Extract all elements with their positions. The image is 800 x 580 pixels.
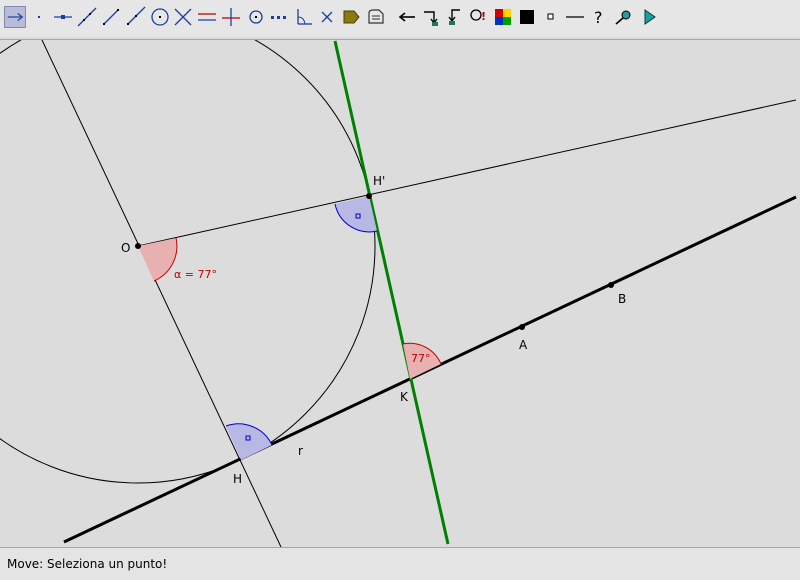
fill-tool-button[interactable] [516,6,538,28]
point-on-object-tool-button[interactable] [52,6,74,28]
dashed-line-icon [271,16,286,19]
status-text: Move: Seleziona un punto! [7,557,168,571]
point-icon [38,16,40,18]
zoom-tool-button[interactable] [612,6,634,28]
point-style-tool-button[interactable] [540,6,562,28]
status-bar: Move: Seleziona un punto! [0,548,800,580]
move-arrow-icon [7,12,24,22]
zoom-icon [615,10,631,25]
svg-text:!: ! [481,10,486,23]
toolbar: !? [0,0,800,37]
point-tool-button[interactable] [28,6,50,28]
label-r: r [298,444,303,458]
redo-all-tool-button[interactable] [444,6,466,28]
ray-o-h-prime[interactable] [137,99,797,247]
delete-x-icon [321,11,333,23]
point-a[interactable] [519,324,525,330]
svg-text:?: ? [594,8,603,27]
color-palette-icon [495,9,511,25]
help-icon: ? [594,8,603,27]
inspect-tool-button[interactable]: ! [468,6,490,28]
move-tool-button[interactable] [4,6,26,28]
label-h-prime: H' [373,174,385,188]
point-o[interactable] [135,243,141,249]
redo-all-icon [448,9,460,25]
fill-square-icon [520,10,534,24]
small-square-icon [547,13,554,20]
colors-tool-button[interactable] [492,6,514,28]
dashed-line-tool-button[interactable] [268,6,290,28]
circle-tool-button[interactable] [149,6,171,28]
label-h: H [233,472,242,486]
intersect-icon [174,8,192,26]
parallel-tool-button[interactable] [196,6,218,28]
line-through-points-icon [77,7,97,27]
right-angle-h-sector[interactable] [226,423,272,460]
circle-center-o[interactable] [0,40,376,484]
measure-icon [368,9,384,24]
delete-tool-button[interactable] [316,6,338,28]
ray-tool-button[interactable] [124,6,146,28]
play-icon [644,9,656,25]
undo-tool-button[interactable] [396,6,418,28]
label-k: K [400,390,409,404]
segment-tool-button[interactable] [100,6,122,28]
midpoint-tool-button[interactable] [245,6,267,28]
label-b: B [618,292,626,306]
redo-tool-button[interactable] [420,6,442,28]
point-h-prime[interactable] [366,193,372,199]
help-tool-button[interactable]: ? [588,6,610,28]
inspect-icon: ! [470,9,486,23]
segment-icon [103,9,119,25]
label-tag-icon [343,10,360,24]
label-angle-k: 77° [411,352,431,365]
label-a: A [519,338,528,352]
point-on-line-icon [54,15,72,19]
line-style-tool-button[interactable] [564,6,586,28]
line-style-icon [566,16,584,18]
perpendicular-line-icon [222,8,240,26]
play-tool-button[interactable] [638,6,660,28]
label-alpha: α = 77° [174,268,217,281]
angle-tool-tool-button[interactable] [292,6,314,28]
perpendicular-tool-button[interactable] [220,6,242,28]
intersect-tool-button[interactable] [172,6,194,28]
label-tool-button[interactable] [340,6,362,28]
label-o: O [121,241,130,255]
midpoint-icon [249,10,263,24]
point-b[interactable] [608,282,614,288]
green-line-h-prime-k[interactable] [333,40,450,545]
angle-icon [297,9,312,25]
arrow-left-icon [398,12,415,22]
measure-tool-button[interactable] [364,6,386,28]
line-oh[interactable] [41,40,282,547]
circle-icon [151,8,169,26]
parallel-line-icon [198,13,216,21]
redo-icon [424,11,438,26]
line-tool-button[interactable] [76,6,98,28]
geometry-canvas[interactable]: O H' H K A B r α = 77° 77° [0,40,800,547]
ray-icon [127,6,146,25]
drawing-canvas[interactable]: O H' H K A B r α = 77° 77° [0,39,800,548]
